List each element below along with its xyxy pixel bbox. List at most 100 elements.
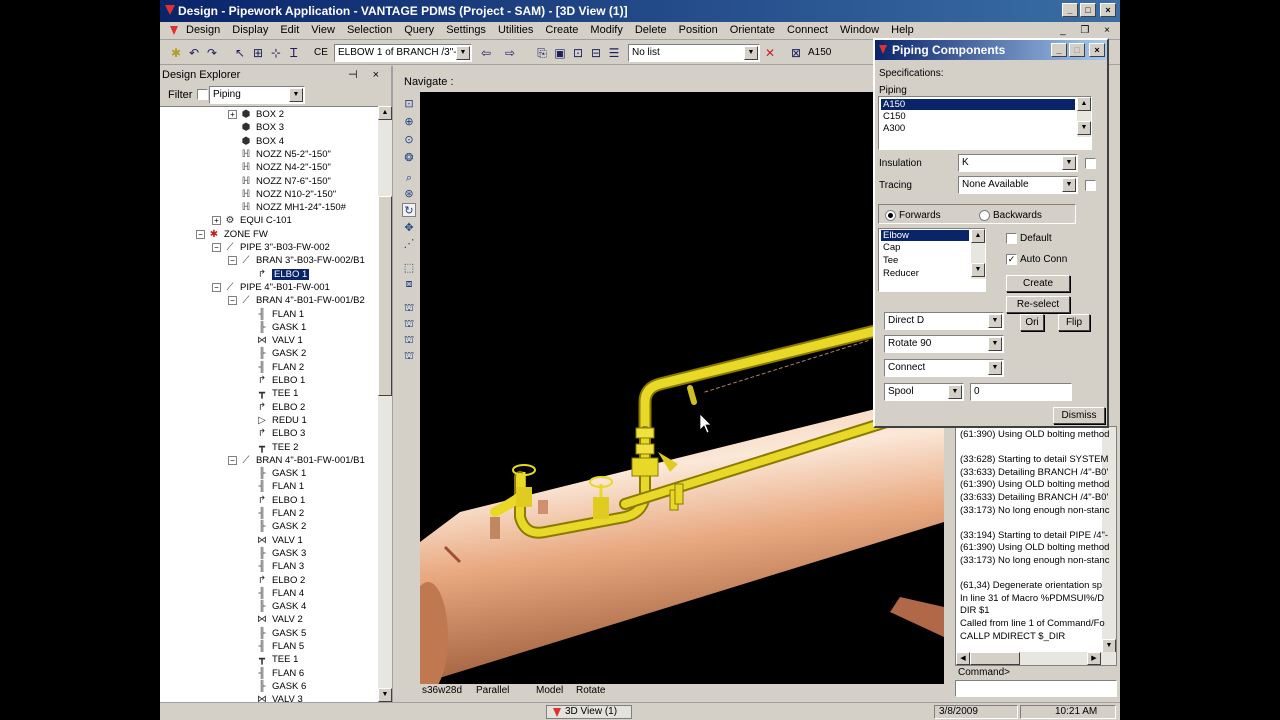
- tree-item[interactable]: ↱ ELBO 1: [244, 374, 305, 387]
- tree-item[interactable]: ╟ GASK 4: [244, 600, 306, 613]
- chevron-down-icon[interactable]: ▼: [948, 385, 962, 399]
- model-editor-icon[interactable]: ⊞: [250, 45, 266, 61]
- tree-item[interactable]: − ⟋ BRAN 4"-B01-FW-001/B1: [228, 454, 365, 467]
- tree-item[interactable]: − ⟋ PIPE 3"-B03-FW-002: [212, 241, 330, 254]
- filter-checkbox[interactable]: [197, 89, 208, 100]
- chevron-down-icon[interactable]: ▼: [988, 314, 1002, 328]
- tree-item[interactable]: ╟ GASK 5: [244, 627, 306, 640]
- expand-icon[interactable]: +: [228, 109, 237, 119]
- mdi-window-controls[interactable]: _ ❐ ×: [1060, 25, 1116, 36]
- look-icon[interactable]: ⊛: [402, 187, 416, 201]
- tree-item[interactable]: ⬢ BOX 3: [228, 121, 284, 134]
- collapse-icon[interactable]: −: [228, 296, 237, 306]
- menu-window[interactable]: Window: [840, 24, 879, 36]
- tracing-checkbox[interactable]: [1085, 180, 1096, 191]
- window-tab-3d-view[interactable]: 3D View (1): [546, 705, 632, 719]
- insulation-checkbox[interactable]: [1085, 158, 1096, 169]
- component-type-item[interactable]: Cap: [881, 242, 902, 253]
- tree-item[interactable]: ╢ FLAN 5: [244, 640, 304, 653]
- command-output[interactable]: ▼ ◀ ▶ (61:390) Using OLD bolting method(…: [955, 426, 1117, 666]
- tree-item[interactable]: ↱ ELBO 3: [244, 427, 305, 440]
- menu-position[interactable]: Position: [679, 24, 718, 36]
- scroll-up-icon[interactable]: ▲: [971, 229, 985, 243]
- clip-box-icon[interactable]: ⬚: [402, 261, 416, 275]
- explorer-scrollbar[interactable]: ▲ ▼: [378, 106, 392, 702]
- tree-item[interactable]: ℍ NOZZ N5-2"-150": [228, 148, 331, 161]
- tree-item[interactable]: ┳ TEE 2: [244, 441, 298, 454]
- minimize-button[interactable]: _: [1062, 3, 1078, 17]
- scroll-down-icon[interactable]: ▼: [1077, 121, 1091, 135]
- tracing-combo[interactable]: None Available ▼: [958, 176, 1078, 194]
- insulation-combo[interactable]: K ▼: [958, 154, 1078, 172]
- tree-item[interactable]: ⋈ VALV 2: [244, 613, 303, 626]
- spool-number-field[interactable]: 0: [970, 383, 1072, 401]
- tree-item[interactable]: ⬢ BOX 4: [228, 135, 284, 148]
- chevron-down-icon[interactable]: ▼: [289, 88, 303, 102]
- lock-icon[interactable]: ⛫: [402, 349, 416, 363]
- minimize-button[interactable]: _: [1051, 43, 1067, 57]
- tree-item[interactable]: ℍ NOZZ MH1-24"-150#: [228, 201, 346, 214]
- menu-selection[interactable]: Selection: [347, 24, 392, 36]
- direction-combo[interactable]: Direct D ▼: [884, 312, 1004, 330]
- chevron-down-icon[interactable]: ▼: [1062, 156, 1076, 170]
- delete-list-icon[interactable]: ✕: [762, 45, 778, 61]
- spec-item[interactable]: A300: [881, 123, 907, 134]
- command-input[interactable]: [955, 680, 1117, 697]
- clip-icon[interactable]: ⧈: [402, 277, 416, 291]
- scroll-down-icon[interactable]: ▼: [378, 688, 392, 702]
- lock-icon[interactable]: ⛫: [402, 301, 416, 315]
- maximize-button[interactable]: □: [1069, 43, 1085, 57]
- menu-orientate[interactable]: Orientate: [730, 24, 775, 36]
- tree-item[interactable]: ℍ NOZZ N10-2"-150": [228, 188, 336, 201]
- ori-button[interactable]: Ori: [1020, 314, 1044, 331]
- menu-design[interactable]: Design: [186, 24, 220, 36]
- menu-view[interactable]: View: [311, 24, 335, 36]
- zoom-limits-icon[interactable]: ⊡: [402, 97, 416, 111]
- design-tree[interactable]: + ⬢ BOX 2 ⬢ BOX 3 ⬢ BOX 4 ℍ NOZZ N5-2"-150" ℍ NOZZ…: [160, 106, 378, 702]
- list-add-icon[interactable]: ⊡: [570, 45, 586, 61]
- default-checkbox[interactable]: [1006, 233, 1017, 244]
- tree-item[interactable]: ↱ ELBO 2: [244, 401, 305, 414]
- pick-icon[interactable]: ⊹: [268, 45, 284, 61]
- component-type-scrollbar[interactable]: ▲ ▼: [971, 229, 985, 279]
- scroll-up-icon[interactable]: ▲: [1077, 97, 1091, 111]
- specification-icon[interactable]: ⊠: [788, 45, 804, 61]
- tree-item[interactable]: + ⬢ BOX 2: [228, 108, 284, 121]
- spec-item[interactable]: A150: [881, 99, 1075, 110]
- text-icon[interactable]: Ꮖ: [286, 45, 302, 61]
- undo-icon[interactable]: ↶: [186, 45, 202, 61]
- menu-settings[interactable]: Settings: [446, 24, 486, 36]
- spec-scrollbar[interactable]: ▲ ▼: [1077, 97, 1091, 137]
- rotate-combo[interactable]: Rotate 90 ▼: [884, 335, 1004, 353]
- tree-item[interactable]: ╟ GASK 3: [244, 547, 306, 560]
- menu-edit[interactable]: Edit: [280, 24, 299, 36]
- tree-item[interactable]: ⋈ VALV 3: [244, 693, 303, 702]
- tree-item[interactable]: ╟ GASK 6: [244, 680, 306, 693]
- backwards-radio[interactable]: [979, 210, 990, 221]
- menu-create[interactable]: Create: [545, 24, 578, 36]
- tree-item[interactable]: ┳ TEE 1: [244, 653, 298, 666]
- scroll-down-icon[interactable]: ▼: [1102, 639, 1116, 653]
- tree-item[interactable]: ┳ TEE 1: [244, 387, 298, 400]
- chevron-down-icon[interactable]: ▼: [988, 361, 1002, 375]
- pointer-icon[interactable]: ↖: [232, 45, 248, 61]
- rotate-icon[interactable]: ↻: [402, 203, 416, 217]
- collapse-icon[interactable]: −: [228, 455, 237, 465]
- spec-listbox[interactable]: A150 C150 A300 ▲ ▼: [878, 96, 1092, 150]
- dismiss-button[interactable]: Dismiss: [1053, 407, 1105, 424]
- list-remove-icon[interactable]: ⊟: [588, 45, 604, 61]
- tree-item[interactable]: ▷ REDU 1: [244, 414, 307, 427]
- tree-item[interactable]: ℍ NOZZ N7-6"-150": [228, 175, 331, 188]
- tree-item[interactable]: − ✱ ZONE FW: [196, 228, 268, 241]
- tree-item[interactable]: ℍ NOZZ N4-2"-150": [228, 161, 331, 174]
- zoom-icon[interactable]: ⌕: [402, 171, 416, 185]
- zoom-to-icon[interactable]: ⊙: [402, 133, 416, 147]
- command-hscrollbar[interactable]: ◀ ▶: [956, 652, 1116, 665]
- scroll-thumb[interactable]: [378, 196, 392, 396]
- tree-item[interactable]: ⋈ VALV 1: [244, 334, 303, 347]
- close-button[interactable]: ×: [1100, 3, 1116, 17]
- connect-combo[interactable]: Connect ▼: [884, 359, 1004, 377]
- dialog-title-bar[interactable]: Piping Components _ □ ×: [875, 40, 1107, 60]
- copy-icon[interactable]: ⎘: [534, 45, 550, 61]
- maximize-button[interactable]: □: [1080, 3, 1096, 17]
